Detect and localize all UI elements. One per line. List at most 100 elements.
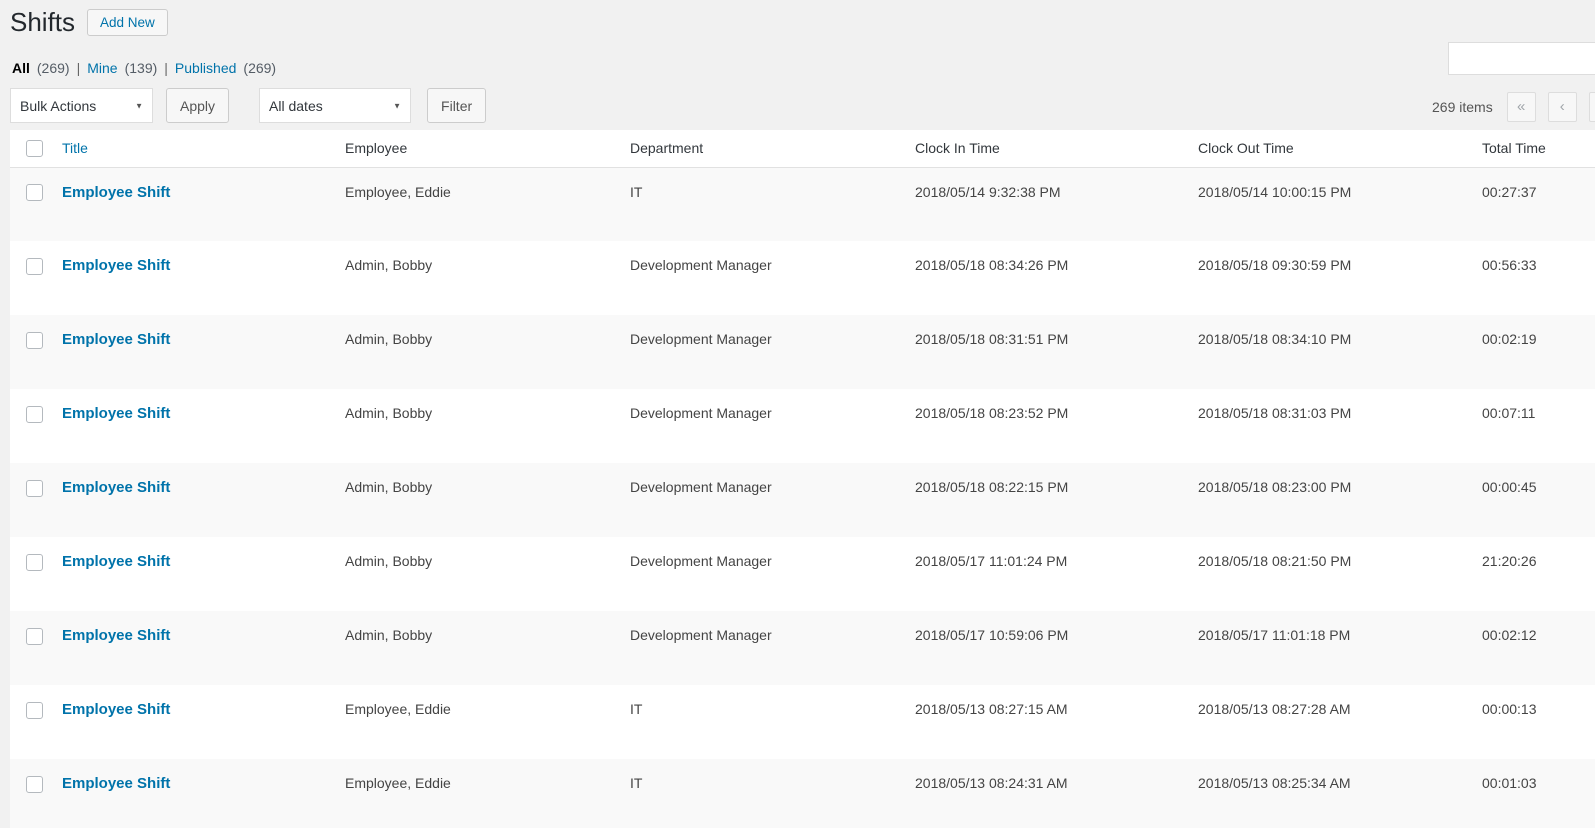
employee-cell: Admin, Bobby xyxy=(345,315,630,389)
select-all-checkbox[interactable] xyxy=(26,140,43,157)
shift-title-link[interactable]: Employee Shift xyxy=(62,257,170,274)
clock-in-cell: 2018/05/17 11:01:24 PM xyxy=(915,537,1198,611)
bulk-actions-value: Bulk Actions xyxy=(20,98,96,114)
view-mine-count: (139) xyxy=(125,60,158,76)
sort-by-title-link[interactable]: Title xyxy=(62,140,88,156)
prev-page-button[interactable]: ‹ xyxy=(1548,92,1577,122)
total-time-cell: 00:02:19 xyxy=(1482,315,1595,389)
row-checkbox[interactable] xyxy=(26,702,43,719)
column-header-title: Title xyxy=(62,130,345,167)
clock-out-cell: 2018/05/18 08:31:03 PM xyxy=(1198,389,1482,463)
column-header-department: Department xyxy=(630,130,915,167)
clock-out-cell: 2018/05/18 08:34:10 PM xyxy=(1198,315,1482,389)
employee-cell: Admin, Bobby xyxy=(345,389,630,463)
total-time-cell: 00:02:12 xyxy=(1482,611,1595,685)
total-time-cell: 00:27:37 xyxy=(1482,167,1595,241)
department-cell: Development Manager xyxy=(630,537,915,611)
employee-cell: Admin, Bobby xyxy=(345,537,630,611)
caret-down-icon: ▼ xyxy=(393,101,401,110)
table-row: Employee Shift Employee, Eddie IT 2018/0… xyxy=(10,167,1595,241)
clock-out-cell: 2018/05/18 08:23:00 PM xyxy=(1198,463,1482,537)
shifts-table: Title Employee Department Clock In Time … xyxy=(10,130,1595,828)
shift-title-link[interactable]: Employee Shift xyxy=(62,775,170,792)
shift-title-link[interactable]: Employee Shift xyxy=(62,331,170,348)
clock-in-cell: 2018/05/13 08:27:15 AM xyxy=(915,685,1198,759)
table-toolbar: Bulk Actions ▼ Apply All dates ▼ Filter xyxy=(10,88,486,123)
filter-button[interactable]: Filter xyxy=(427,88,486,123)
date-filter-select[interactable]: All dates ▼ xyxy=(259,88,411,123)
apply-button[interactable]: Apply xyxy=(166,88,229,123)
table-row: Employee Shift Admin, Bobby Development … xyxy=(10,611,1595,685)
clock-out-cell: 2018/05/18 09:30:59 PM xyxy=(1198,241,1482,315)
row-checkbox[interactable] xyxy=(26,406,43,423)
row-checkbox[interactable] xyxy=(26,480,43,497)
shift-title-link[interactable]: Employee Shift xyxy=(62,405,170,422)
add-new-button[interactable]: Add New xyxy=(87,9,168,37)
total-time-cell: 00:07:11 xyxy=(1482,389,1595,463)
search-input[interactable] xyxy=(1448,42,1595,75)
column-header-total-time: Total Time xyxy=(1482,130,1595,167)
employee-cell: Employee, Eddie xyxy=(345,685,630,759)
shift-title-link[interactable]: Employee Shift xyxy=(62,701,170,718)
clock-in-cell: 2018/05/13 08:24:31 AM xyxy=(915,759,1198,828)
view-mine-link[interactable]: Mine xyxy=(87,60,117,76)
department-cell: IT xyxy=(630,167,915,241)
items-count: 269 items xyxy=(1432,99,1493,115)
clock-in-cell: 2018/05/14 9:32:38 PM xyxy=(915,167,1198,241)
row-checkbox[interactable] xyxy=(26,776,43,793)
shift-title-link[interactable]: Employee Shift xyxy=(62,479,170,496)
employee-cell: Employee, Eddie xyxy=(345,759,630,828)
table-row: Employee Shift Admin, Bobby Development … xyxy=(10,537,1595,611)
row-checkbox[interactable] xyxy=(26,628,43,645)
date-filter-value: All dates xyxy=(269,98,323,114)
row-checkbox[interactable] xyxy=(26,184,43,201)
total-time-cell: 00:56:33 xyxy=(1482,241,1595,315)
department-cell: Development Manager xyxy=(630,389,915,463)
department-cell: Development Manager xyxy=(630,241,915,315)
clock-in-cell: 2018/05/18 08:23:52 PM xyxy=(915,389,1198,463)
shift-title-link[interactable]: Employee Shift xyxy=(62,553,170,570)
view-published-count: (269) xyxy=(243,60,276,76)
employee-cell: Admin, Bobby xyxy=(345,611,630,685)
clock-out-cell: 2018/05/14 10:00:15 PM xyxy=(1198,167,1482,241)
row-checkbox[interactable] xyxy=(26,258,43,275)
clock-out-cell: 2018/05/13 08:27:28 AM xyxy=(1198,685,1482,759)
employee-cell: Admin, Bobby xyxy=(345,241,630,315)
shifts-admin-page: Shifts Add New All (269) | Mine (139) | … xyxy=(0,0,1595,828)
bulk-actions-select[interactable]: Bulk Actions ▼ xyxy=(10,88,153,123)
shift-title-link[interactable]: Employee Shift xyxy=(62,184,170,201)
employee-cell: Employee, Eddie xyxy=(345,167,630,241)
table-row: Employee Shift Admin, Bobby Development … xyxy=(10,389,1595,463)
current-page-box[interactable] xyxy=(1589,92,1595,122)
clock-in-cell: 2018/05/18 08:22:15 PM xyxy=(915,463,1198,537)
table-row: Employee Shift Admin, Bobby Development … xyxy=(10,463,1595,537)
view-all-link[interactable]: All xyxy=(12,60,30,76)
column-header-clock-in: Clock In Time xyxy=(915,130,1198,167)
column-header-employee: Employee xyxy=(345,130,630,167)
employee-cell: Admin, Bobby xyxy=(345,463,630,537)
table-header-row: Title Employee Department Clock In Time … xyxy=(10,130,1595,167)
clock-out-cell: 2018/05/18 08:21:50 PM xyxy=(1198,537,1482,611)
table-row: Employee Shift Employee, Eddie IT 2018/0… xyxy=(10,685,1595,759)
table-row: Employee Shift Admin, Bobby Development … xyxy=(10,315,1595,389)
total-time-cell: 00:00:45 xyxy=(1482,463,1595,537)
department-cell: Development Manager xyxy=(630,315,915,389)
view-all-count: (269) xyxy=(37,60,70,76)
department-cell: Development Manager xyxy=(630,463,915,537)
pagination: 269 items « ‹ xyxy=(1432,92,1595,122)
view-published-link[interactable]: Published xyxy=(175,60,237,76)
clock-in-cell: 2018/05/18 08:34:26 PM xyxy=(915,241,1198,315)
department-cell: IT xyxy=(630,759,915,828)
row-checkbox[interactable] xyxy=(26,554,43,571)
shift-title-link[interactable]: Employee Shift xyxy=(62,627,170,644)
clock-out-cell: 2018/05/13 08:25:34 AM xyxy=(1198,759,1482,828)
column-header-clock-out: Clock Out Time xyxy=(1198,130,1482,167)
table-row: Employee Shift Employee, Eddie IT 2018/0… xyxy=(10,759,1595,828)
total-time-cell: 00:00:13 xyxy=(1482,685,1595,759)
row-checkbox[interactable] xyxy=(26,332,43,349)
first-page-button[interactable]: « xyxy=(1507,92,1536,122)
department-cell: Development Manager xyxy=(630,611,915,685)
page-title: Shifts xyxy=(10,7,75,38)
total-time-cell: 21:20:26 xyxy=(1482,537,1595,611)
clock-in-cell: 2018/05/17 10:59:06 PM xyxy=(915,611,1198,685)
